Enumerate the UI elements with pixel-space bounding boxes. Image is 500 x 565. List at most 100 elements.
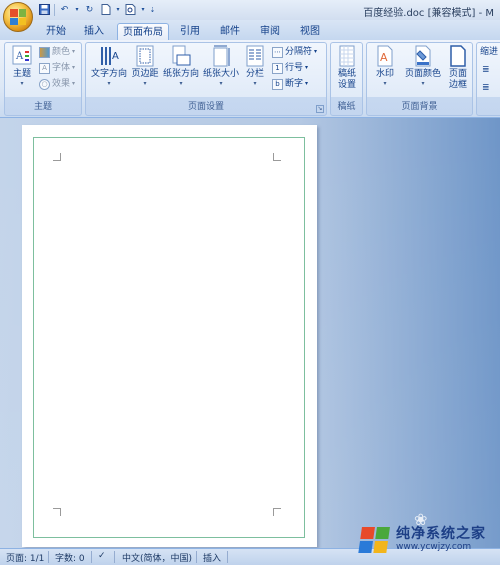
new-doc-dropdown-icon[interactable]: ▾ xyxy=(115,3,121,16)
group-manuscript: 稿纸 设置 稿纸 xyxy=(330,42,363,116)
tab-view[interactable]: 视图 xyxy=(294,23,326,40)
group-label-themes: 主题 xyxy=(33,102,52,112)
page-color-icon xyxy=(413,45,433,67)
watermark-title: 纯净系统之家 xyxy=(396,526,486,542)
group-page-background: A 水印 ▾ 页面颜色 ▾ 页面 边框 页面背景 xyxy=(366,42,473,116)
customize-icon[interactable]: ⇣ xyxy=(149,3,156,16)
orientation-button[interactable]: 纸张方向 ▾ xyxy=(162,45,200,88)
print-preview-icon[interactable] xyxy=(124,3,137,16)
theme-icon: A xyxy=(12,45,32,67)
size-button[interactable]: 纸张大小 ▾ xyxy=(201,45,241,88)
theme-colors-button[interactable]: 颜色 ▾ xyxy=(39,45,75,59)
status-language[interactable]: 中文(简体，中国) xyxy=(122,551,192,564)
hyphenation-button[interactable]: b 断字 ▾ xyxy=(272,77,308,91)
indent-right-icon[interactable]: ≣ xyxy=(482,81,490,95)
hyphenation-icon: b xyxy=(272,78,283,90)
windows-logo-icon xyxy=(358,527,392,555)
line-numbers-button[interactable]: 1 行号 ▾ xyxy=(272,61,308,75)
page-borders-button[interactable]: 页面 边框 xyxy=(445,45,471,91)
document-workspace xyxy=(0,118,500,548)
chevron-down-icon: ▾ xyxy=(383,80,387,87)
breaks-button[interactable]: ⋯ 分隔符 ▾ xyxy=(272,45,317,59)
chevron-down-icon: ▾ xyxy=(72,48,76,55)
page-color-button[interactable]: 页面颜色 ▾ xyxy=(403,45,443,88)
group-label-manuscript: 稿纸 xyxy=(337,102,356,112)
redo-icon[interactable]: ↻ xyxy=(83,3,96,16)
margins-icon xyxy=(135,45,155,67)
toolbar-separator xyxy=(54,3,55,16)
crop-mark-bottom-left xyxy=(53,508,61,516)
page-borders-icon xyxy=(448,45,468,67)
dialog-launcher-icon[interactable]: ↘ xyxy=(316,105,324,113)
crop-mark-bottom-right xyxy=(273,508,281,516)
status-word-count[interactable]: 字数: 0 xyxy=(55,551,85,564)
chevron-down-icon: ▾ xyxy=(179,80,183,87)
site-watermark: 纯净系统之家 www.ycwjzy.com xyxy=(358,524,486,558)
manuscript-icon xyxy=(337,45,357,67)
margins-button[interactable]: 页边距 ▾ xyxy=(130,45,160,88)
watermark-url: www.ycwjzy.com xyxy=(396,542,472,552)
group-paragraph-partial: 缩进 ≣ ≣ xyxy=(476,42,500,116)
indent-left-icon[interactable]: ≣ xyxy=(482,63,490,77)
chevron-down-icon: ▾ xyxy=(20,80,24,87)
group-label-page-background: 页面背景 xyxy=(401,102,438,112)
svg-text:A: A xyxy=(15,51,24,62)
proofing-icon[interactable]: ✓ xyxy=(98,551,106,561)
tab-mailings[interactable]: 邮件 xyxy=(214,23,246,40)
quick-access-toolbar: ↶ ▾ ↻ ▾ ▾ ⇣ xyxy=(38,3,156,16)
group-page-setup: A 文字方向 ▾ 页边距 ▾ 纸张方向 ▾ 纸张大小 ▾ 分栏 ▾ ⋯ 分隔符 … xyxy=(85,42,327,116)
line-numbers-icon: 1 xyxy=(272,62,283,74)
chevron-down-icon: ▾ xyxy=(421,80,425,87)
text-direction-button[interactable]: A 文字方向 ▾ xyxy=(89,45,129,88)
chevron-down-icon: ▾ xyxy=(219,80,223,87)
crop-mark-top-left xyxy=(53,153,61,161)
text-boundary xyxy=(33,137,305,538)
columns-icon xyxy=(245,45,265,67)
text-direction-icon: A xyxy=(99,45,119,67)
document-title: 百度经验.doc [兼容模式] - M xyxy=(363,8,494,19)
status-insert-mode[interactable]: 插入 xyxy=(203,551,221,564)
save-icon[interactable] xyxy=(38,3,51,16)
tab-references[interactable]: 引用 xyxy=(174,23,206,40)
office-button[interactable] xyxy=(3,2,33,32)
new-doc-icon[interactable] xyxy=(99,3,112,16)
watermark-button[interactable]: A 水印 ▾ xyxy=(370,45,400,88)
tab-insert[interactable]: 插入 xyxy=(78,23,110,40)
orientation-icon xyxy=(171,45,191,67)
chevron-down-icon: ▾ xyxy=(143,80,147,87)
status-page[interactable]: 页面: 1/1 xyxy=(6,551,44,564)
colors-icon xyxy=(39,46,50,58)
document-page[interactable] xyxy=(22,125,317,547)
chevron-down-icon: ▾ xyxy=(72,64,76,71)
ribbon: A 主题 ▾ 颜色 ▾ A 字体 ▾ ○ 效果 ▾ 主题 A 文字方向 ▾ 页边… xyxy=(0,40,500,118)
tab-home[interactable]: 开始 xyxy=(40,23,72,40)
chevron-down-icon: ▾ xyxy=(107,80,111,87)
theme-effects-button[interactable]: ○ 效果 ▾ xyxy=(39,77,75,91)
breaks-icon: ⋯ xyxy=(272,46,283,58)
effects-icon: ○ xyxy=(39,78,50,90)
undo-icon[interactable]: ↶ xyxy=(58,3,71,16)
manuscript-settings-button[interactable]: 稿纸 设置 xyxy=(332,45,362,91)
ribbon-tabs: 开始 插入 页面布局 引用 邮件 审阅 视图 xyxy=(0,20,500,40)
print-preview-dropdown-icon[interactable]: ▾ xyxy=(140,3,146,16)
undo-dropdown-icon[interactable]: ▾ xyxy=(74,3,80,16)
svg-text:A: A xyxy=(112,51,119,62)
title-bar: ↶ ▾ ↻ ▾ ▾ ⇣ 百度经验.doc [兼容模式] - M xyxy=(0,0,500,32)
indent-label: 缩进 xyxy=(480,47,499,57)
chevron-down-icon: ▾ xyxy=(305,80,309,87)
tab-page-layout[interactable]: 页面布局 xyxy=(117,23,169,40)
tab-review[interactable]: 审阅 xyxy=(254,23,286,40)
chevron-down-icon: ▾ xyxy=(314,48,318,55)
page-size-icon xyxy=(211,45,231,67)
chevron-down-icon: ▾ xyxy=(305,64,309,71)
themes-button[interactable]: A 主题 ▾ xyxy=(7,45,37,88)
theme-fonts-button[interactable]: A 字体 ▾ xyxy=(39,61,75,75)
columns-button[interactable]: 分栏 ▾ xyxy=(242,45,268,88)
svg-text:A: A xyxy=(380,51,388,64)
office-logo-icon xyxy=(10,9,26,25)
group-themes: A 主题 ▾ 颜色 ▾ A 字体 ▾ ○ 效果 ▾ 主题 xyxy=(4,42,82,116)
crop-mark-top-right xyxy=(273,153,281,161)
fonts-icon: A xyxy=(39,62,50,74)
group-label-page-setup: 页面设置 xyxy=(187,102,224,112)
watermark-icon: A xyxy=(375,45,395,67)
